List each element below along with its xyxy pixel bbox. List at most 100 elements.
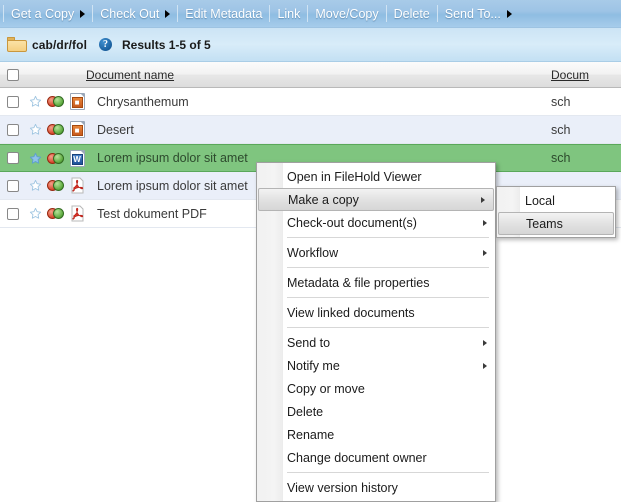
menu-copy-or-move[interactable]: Copy or move [257,377,495,400]
menu-separator [287,472,489,473]
linked-documents-cell[interactable] [45,152,66,165]
linked-documents-icon[interactable] [47,179,64,192]
menu-item-label: View linked documents [287,305,415,320]
row-checkbox[interactable] [7,152,19,164]
row-select-cell[interactable] [0,123,26,136]
document-name-cell[interactable]: Chrysanthemum [88,95,541,109]
menu-workflow[interactable]: Workflow [257,241,495,264]
file-type-cell: ■ [66,121,88,138]
toolbar-edit-metadata[interactable]: Edit Metadata [179,1,268,27]
menu-send-to[interactable]: Send to [257,331,495,354]
toolbar-item-label: Link [277,6,301,21]
document-number-text: sch [551,94,571,109]
menu-separator [287,237,489,238]
submenu-arrow-icon[interactable] [481,196,485,203]
menu-separator [287,267,489,268]
menu-rename[interactable]: Rename [257,423,495,446]
menu-check-out-documents[interactable]: Check-out document(s) [257,211,495,234]
toolbar-check-out[interactable]: Check Out [94,1,176,27]
file-type-cell [66,205,88,222]
toolbar-separator [3,5,4,22]
toolbar-move-copy[interactable]: Move/Copy [309,1,384,27]
chevron-right-icon[interactable] [165,9,171,18]
toolbar-delete[interactable]: Delete [388,1,436,27]
menu-delete[interactable]: Delete [257,400,495,423]
chevron-right-icon[interactable] [80,9,86,18]
row-checkbox[interactable] [7,123,19,136]
column-header-document-number[interactable]: Docum [551,68,589,82]
toolbar-separator [307,5,309,22]
image-file-icon: ■ [69,93,85,110]
favorite-star-cell[interactable] [26,95,45,108]
favorite-star-cell[interactable] [26,207,45,220]
submenu-arrow-icon[interactable] [483,339,487,346]
menu-item-label: Notify me [287,358,340,373]
toolbar-link[interactable]: Link [271,1,306,27]
table-row[interactable]: ■ Chrysanthemum sch [0,88,621,116]
linked-documents-icon[interactable] [47,152,64,165]
row-select-cell[interactable] [0,152,26,164]
favorite-star-cell[interactable] [26,152,45,165]
menu-view-linked-documents[interactable]: View linked documents [257,301,495,324]
star-icon[interactable] [29,123,42,136]
linked-documents-cell[interactable] [45,179,66,192]
submenu-teams[interactable]: Teams [498,212,614,235]
menu-open-in-filehold-viewer[interactable]: Open in FileHold Viewer [257,165,495,188]
star-icon[interactable] [29,152,42,165]
menu-item-label: Rename [287,427,335,442]
toolbar-get-a-copy[interactable]: Get a Copy [5,1,91,27]
make-a-copy-submenu[interactable]: Local Teams [496,186,616,238]
linked-documents-icon[interactable] [47,123,64,136]
select-all-checkbox[interactable] [7,68,19,81]
row-checkbox[interactable] [7,207,19,220]
row-select-cell[interactable] [0,179,26,192]
menu-notify-me[interactable]: Notify me [257,354,495,377]
row-checkbox[interactable] [7,179,19,192]
document-name-cell[interactable]: Desert [88,123,541,137]
document-name-text: Lorem ipsum dolor sit amet [97,178,248,193]
image-file-icon: ■ [69,121,85,138]
document-name-text: Chrysanthemum [97,94,189,109]
row-select-cell[interactable] [0,95,26,108]
linked-documents-cell[interactable] [45,123,66,136]
favorite-star-cell[interactable] [26,179,45,192]
menu-item-label: Delete [287,404,324,419]
linked-documents-cell[interactable] [45,95,66,108]
menu-metadata-file-properties[interactable]: Metadata & file properties [257,271,495,294]
document-number-cell: sch [541,123,621,137]
menu-change-document-owner[interactable]: Change document owner [257,446,495,469]
column-header-document-name[interactable]: Document name [86,68,174,82]
menu-separator [287,297,489,298]
toolbar-separator [436,5,438,22]
breadcrumb-path[interactable]: cab/dr/fol [32,38,87,52]
menu-view-version-history[interactable]: View version history [257,476,495,499]
toolbar-send-to[interactable]: Send To... [439,1,518,27]
linked-documents-cell[interactable] [45,207,66,220]
favorite-star-cell[interactable] [26,123,45,136]
chevron-right-icon[interactable] [506,9,512,18]
folder-icon [7,37,27,52]
word-file-icon: W [69,149,85,167]
toolbar-separator [92,5,94,22]
toolbar-item-label: Move/Copy [315,6,379,21]
menu-item-label: Make a copy [288,192,359,207]
submenu-arrow-icon[interactable] [483,249,487,256]
submenu-item-label: Local [525,193,555,208]
row-select-cell[interactable] [0,207,26,220]
select-all-cell[interactable] [0,68,26,81]
star-icon[interactable] [29,179,42,192]
submenu-arrow-icon[interactable] [483,362,487,369]
star-icon[interactable] [29,95,42,108]
menu-make-a-copy[interactable]: Make a copy [258,188,494,211]
linked-documents-icon[interactable] [47,95,64,108]
submenu-local[interactable]: Local [497,189,615,212]
document-name-text: Test dokument PDF [97,206,207,221]
star-icon[interactable] [29,207,42,220]
document-context-menu[interactable]: Open in FileHold Viewer Make a copy Check-… [256,162,496,502]
row-checkbox[interactable] [7,95,19,108]
results-count: Results 1-5 of 5 [122,37,211,52]
submenu-arrow-icon[interactable] [483,219,487,226]
linked-documents-icon[interactable] [47,207,64,220]
table-row[interactable]: ■ Desert sch [0,116,621,144]
help-icon[interactable]: ? [99,38,113,51]
